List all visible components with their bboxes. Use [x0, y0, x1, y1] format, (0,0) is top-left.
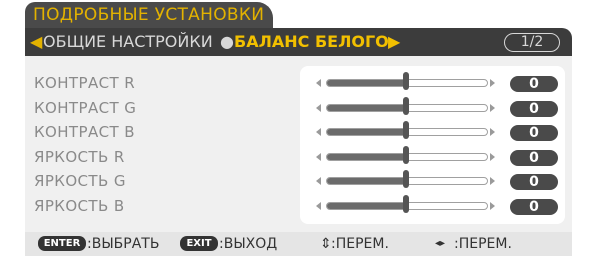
decrease-arrow-icon[interactable] [316, 103, 321, 112]
slider-row[interactable]: 0 [300, 72, 565, 93]
value-box: 0 [510, 149, 558, 166]
footer-hints: ENTER :ВЫБРАТЬ EXIT :ВЫХОД ⇕ :ПЕРЕМ. ◂▸ … [25, 232, 572, 256]
settings-menu: ПОДРОБНЫЕ УСТАНОВКИ ◀ ОБЩИЕ НАСТРОЙКИ ● … [25, 2, 572, 256]
updown-hint: :ПЕРЕМ. [331, 236, 389, 252]
exit-hint: :ВЫХОД [219, 236, 278, 252]
page-indicator: 1/2 [504, 33, 560, 52]
slider-row[interactable]: 0 [300, 145, 565, 167]
decrease-arrow-icon[interactable] [316, 79, 321, 87]
row-label: ЯРКОСТЬ B [34, 196, 125, 215]
slider-fill [327, 202, 407, 209]
slider-knob[interactable] [403, 121, 409, 139]
slider-knob[interactable] [403, 96, 409, 115]
row-label: КОНТРАСТ G [34, 98, 137, 117]
slider-fill [327, 80, 407, 86]
bullet-dot-icon: ● [220, 32, 234, 51]
slider-panel: 0 0 0 0 0 0 [300, 66, 565, 224]
increase-arrow-icon[interactable] [490, 103, 495, 112]
decrease-arrow-icon[interactable] [316, 201, 321, 210]
enter-key-icon: ENTER [38, 236, 86, 251]
value-box: 0 [510, 76, 558, 92]
slider-row[interactable]: 0 [300, 96, 565, 118]
enter-hint: :ВЫБРАТЬ [87, 236, 160, 252]
increase-arrow-icon[interactable] [490, 79, 495, 87]
row-label: ЯРКОСТЬ R [34, 147, 125, 166]
slider-knob[interactable] [403, 170, 409, 188]
decrease-arrow-icon[interactable] [316, 152, 321, 161]
decrease-arrow-icon[interactable] [316, 128, 321, 136]
increase-arrow-icon[interactable] [490, 201, 495, 210]
value-box: 0 [510, 125, 558, 141]
increase-arrow-icon[interactable] [490, 177, 495, 185]
value-box: 0 [510, 100, 558, 117]
subpage-nav: ◀ ОБЩИЕ НАСТРОЙКИ ● БАЛАНС БЕЛОГО ▶ 1/2 [25, 28, 572, 56]
row-label: ЯРКОСТЬ G [34, 172, 126, 190]
slider-row[interactable]: 0 [300, 170, 565, 191]
slider-fill [327, 104, 407, 111]
slider-knob[interactable] [403, 145, 409, 164]
nav-white-balance[interactable]: БАЛАНС БЕЛОГО [234, 28, 389, 56]
slider-knob[interactable] [403, 72, 409, 90]
value-box: 0 [510, 198, 558, 215]
increase-arrow-icon[interactable] [490, 152, 495, 161]
slider-fill [327, 129, 407, 135]
tab-detailed-settings[interactable]: ПОДРОБНЫЕ УСТАНОВКИ [25, 2, 273, 28]
slider-fill [327, 178, 407, 184]
exit-key-icon: EXIT [180, 236, 218, 251]
leftright-hint: :ПЕРЕМ. [454, 236, 512, 252]
slider-row[interactable]: 0 [300, 121, 565, 142]
triangle-right-icon[interactable]: ▶ [388, 28, 400, 56]
value-box: 0 [510, 174, 558, 190]
triangle-left-icon[interactable]: ◀ [30, 28, 42, 56]
slider-knob[interactable] [403, 194, 409, 213]
nav-general-settings[interactable]: ОБЩИЕ НАСТРОЙКИ [43, 28, 213, 56]
left-right-arrows-icon: ◂▸ [435, 238, 446, 249]
slider-fill [327, 153, 407, 160]
row-label: КОНТРАСТ R [34, 74, 136, 92]
decrease-arrow-icon[interactable] [316, 177, 321, 185]
settings-body: КОНТРАСТ R КОНТРАСТ G КОНТРАСТ B ЯРКОСТЬ R Я… [25, 56, 572, 232]
increase-arrow-icon[interactable] [490, 128, 495, 136]
slider-row[interactable]: 0 [300, 194, 565, 216]
row-label: КОНТРАСТ B [34, 123, 135, 141]
up-down-arrows-icon: ⇕ [320, 236, 332, 252]
